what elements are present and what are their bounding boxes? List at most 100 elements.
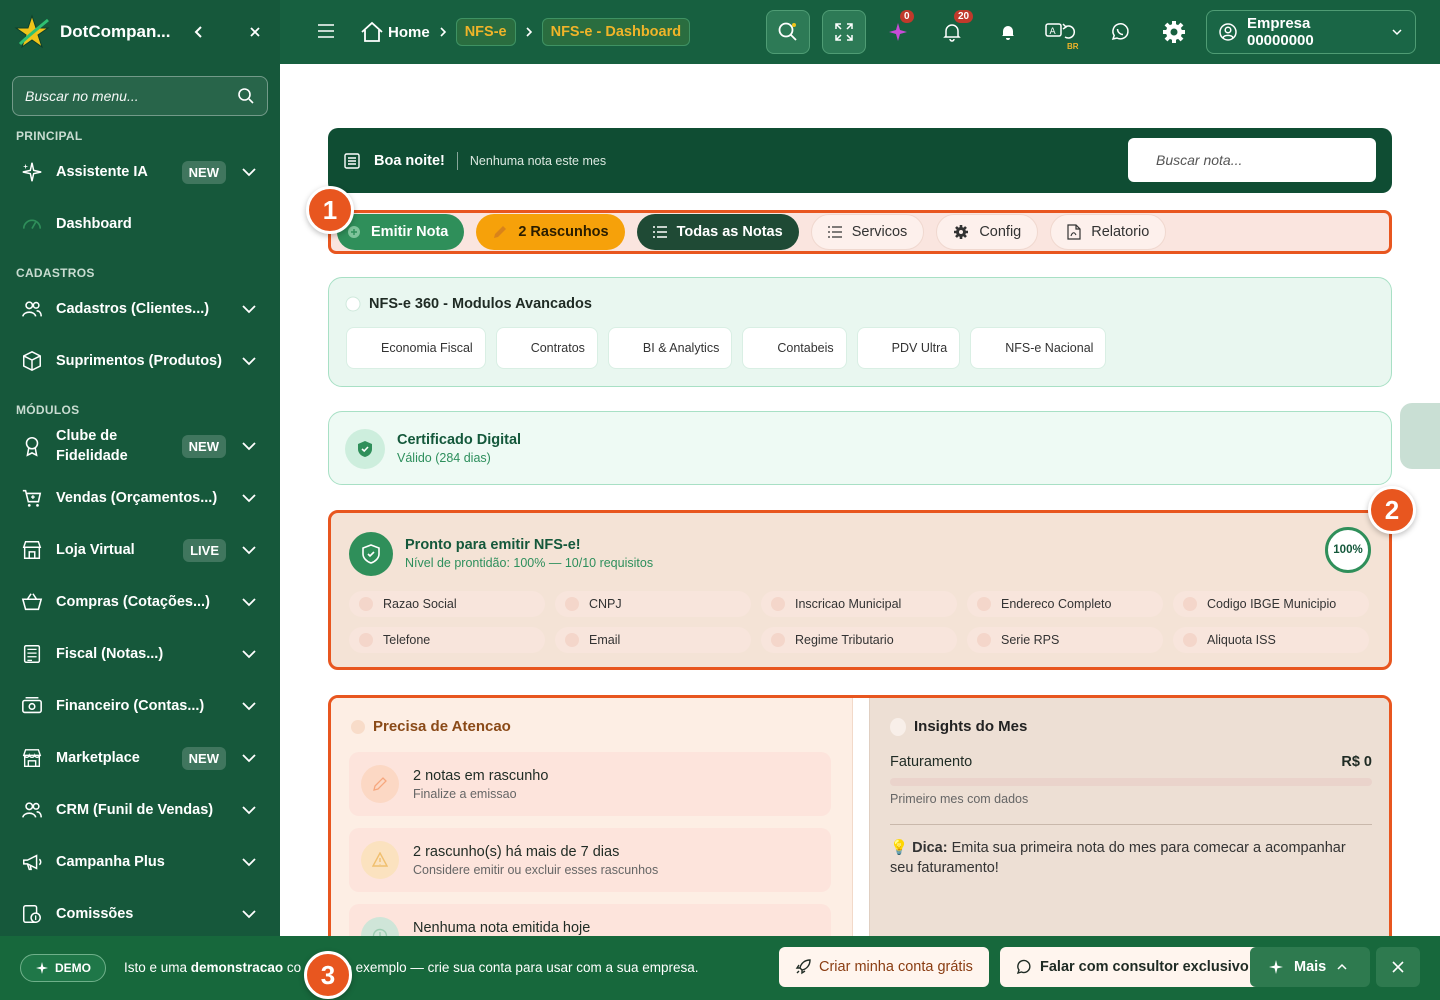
whatsapp-button[interactable] — [1098, 10, 1142, 54]
breadcrumb-dashboard[interactable]: NFS-e - Dashboard — [541, 18, 691, 46]
digital-certificate-card: Certificado Digital Válido (284 dias) — [328, 411, 1392, 485]
tip-label: Dica: — [912, 840, 948, 856]
attention-item[interactable]: 2 notas em rascunho Finalize a emissao — [349, 752, 831, 816]
sidebar-item-2[interactable]: Cadastros (Clientes...) — [0, 283, 280, 335]
pdf-file-icon — [1067, 224, 1081, 240]
sidebar-item-label: Compras (Cotações...) — [56, 594, 210, 610]
module-chip-label: Contabeis — [777, 341, 834, 355]
report-button[interactable]: Relatorio — [1050, 214, 1167, 250]
demo-text-start: Isto e uma — [124, 960, 191, 975]
requirement-label: Regime Tributario — [795, 633, 894, 647]
notifications-button[interactable]: 20 — [930, 10, 974, 54]
module-chip[interactable]: PDV Ultra — [856, 327, 961, 369]
sidebar-item-10[interactable]: Marketplace NEW — [0, 732, 280, 784]
sidebar-item-13[interactable]: Comissões — [0, 888, 280, 940]
module-chip[interactable]: NFS-e Nacional — [970, 327, 1107, 369]
sidebar-item-label: Loja Virtual — [56, 542, 135, 558]
shop-icon — [20, 746, 44, 770]
attention-item-title: 2 rascunho(s) há mais de 7 dias — [413, 844, 620, 860]
shield-icon — [349, 532, 393, 576]
language-button[interactable]: A BR — [1040, 10, 1084, 54]
drafts-button-label: 2 Rascunhos — [518, 224, 609, 240]
sidebar-item-12[interactable]: Campanha Plus — [0, 836, 280, 888]
attention-item-title: Nenhuma nota emitida hoje — [413, 920, 591, 936]
users-icon — [20, 798, 44, 822]
sidebar-item-4[interactable]: Clube de Fidelidade NEW — [0, 420, 280, 472]
sidebar-item-6[interactable]: Loja Virtual LIVE — [0, 524, 280, 576]
sidebar-item-5[interactable]: Vendas (Orçamentos...) — [0, 472, 280, 524]
gauge-icon — [20, 212, 44, 236]
sidebar: DotCompan... PRINCIPAL CADASTROS MÓDULOS… — [0, 0, 280, 1000]
demo-text-end: de exemplo — crie sua conta para usar co… — [333, 960, 699, 975]
requirement-item: CNPJ — [555, 591, 751, 617]
sidebar-item-3[interactable]: Suprimentos (Produtos) — [0, 335, 280, 387]
bell-icon — [943, 24, 961, 42]
chevron-down-icon — [242, 754, 256, 763]
close-sidebar-icon[interactable] — [244, 21, 266, 43]
expand-icon — [835, 23, 853, 41]
gear-icon — [1163, 21, 1185, 43]
settings-button[interactable] — [1152, 10, 1196, 54]
attention-item-subtitle: Finalize a emissao — [413, 787, 517, 801]
config-button[interactable]: Config — [936, 214, 1039, 250]
breadcrumb-home[interactable]: Home — [360, 20, 430, 44]
attention-item[interactable]: 2 rascunho(s) há mais de 7 dias Considere… — [349, 828, 831, 892]
requirement-label: Endereco Completo — [1001, 597, 1112, 611]
demo-banner: DEMO Isto e uma demonstracao co de exemp… — [0, 936, 1440, 1000]
menu-toggle-icon[interactable] — [318, 24, 334, 38]
services-button[interactable]: Servicos — [810, 214, 925, 250]
revenue-value: R$ 0 — [1341, 754, 1372, 770]
services-button-label: Servicos — [851, 224, 908, 240]
close-banner-button[interactable] — [1376, 947, 1420, 987]
emit-note-button[interactable]: Emitir Nota — [337, 214, 465, 250]
readiness-card: Pronto para emitir NFS-e! Nível de pront… — [328, 510, 1392, 670]
company-selector[interactable]: Empresa 00000000 — [1206, 10, 1416, 54]
sidebar-item-label: Dashboard — [56, 216, 132, 232]
menu-search-box[interactable] — [12, 76, 268, 116]
revenue-note: Primeiro mes com dados — [890, 792, 1029, 806]
consultant-button[interactable]: Falar com consultor exclusivo — [1000, 947, 1265, 987]
fullscreen-button[interactable] — [822, 10, 866, 54]
create-account-button[interactable]: Criar minha conta grátis — [779, 947, 989, 987]
global-search-button[interactable] — [766, 10, 810, 54]
module-chip[interactable]: BI & Analytics — [607, 327, 733, 369]
sidebar-item-7[interactable]: Compras (Cotações...) — [0, 576, 280, 628]
modules-title-text: NFS-e 360 - Modulos Avancados — [369, 296, 592, 312]
menu-search-input[interactable] — [25, 88, 237, 104]
alerts-button[interactable] — [986, 10, 1030, 54]
chevron-down-icon — [242, 702, 256, 711]
more-button[interactable]: Mais — [1250, 947, 1370, 987]
medal-icon — [20, 434, 44, 458]
requirement-item: Endereco Completo — [967, 591, 1163, 617]
revenue-row: Faturamento R$ 0 — [890, 754, 1372, 770]
side-drawer-tab[interactable] — [1400, 403, 1440, 469]
note-search-input[interactable] — [1128, 138, 1376, 182]
drafts-button[interactable]: 2 Rascunhos — [476, 214, 625, 250]
ai-assistant-button[interactable]: 0 — [876, 10, 920, 54]
sidebar-item-11[interactable]: CRM (Funil de Vendas) — [0, 784, 280, 836]
collapse-sidebar-icon[interactable] — [188, 21, 210, 43]
sidebar-item-0[interactable]: Assistente IA NEW — [0, 146, 280, 198]
sidebar-item-8[interactable]: Fiscal (Notas...) — [0, 628, 280, 680]
chevron-down-icon — [242, 357, 256, 366]
requirement-item: Inscricao Municipal — [761, 591, 957, 617]
demo-text-mid: co — [283, 960, 302, 975]
ai-count-badge: 0 — [900, 10, 914, 23]
sidebar-item-9[interactable]: Financeiro (Contas...) — [0, 680, 280, 732]
section-modulos: MÓDULOS — [16, 403, 80, 417]
annotation-marker-1: 1 — [306, 186, 354, 234]
requirement-item: Telefone — [349, 627, 545, 653]
greeting-banner: Boa noite! Nenhuma nota este mes — [328, 128, 1392, 193]
svg-text:A: A — [1050, 27, 1057, 37]
chevron-down-icon — [242, 858, 256, 867]
sparkle-icon — [1269, 960, 1283, 974]
all-notes-button[interactable]: Todas as Notas — [636, 214, 799, 250]
certificate-title: Certificado Digital — [397, 432, 522, 448]
module-chip[interactable]: Economia Fiscal — [346, 327, 486, 369]
breadcrumb-nfse[interactable]: NFS-e — [455, 18, 516, 46]
sidebar-item-badge: LIVE — [183, 538, 226, 562]
module-chip[interactable]: Contabeis — [742, 327, 847, 369]
module-chip[interactable]: Contratos — [495, 327, 598, 369]
store-icon — [20, 538, 44, 562]
sidebar-item-1[interactable]: Dashboard — [0, 198, 280, 250]
